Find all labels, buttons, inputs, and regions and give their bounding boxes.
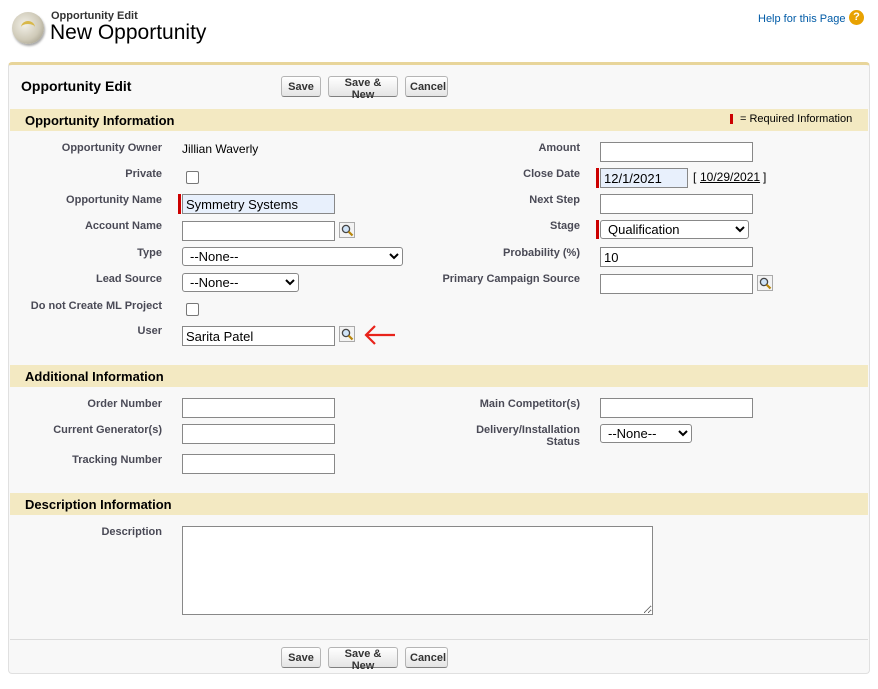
opportunity-owner-value: Jillian Waverly bbox=[182, 142, 259, 156]
user-input[interactable] bbox=[182, 326, 335, 346]
today-date-link[interactable]: 10/29/2021 bbox=[700, 170, 760, 184]
current-generators-label: Current Generator(s) bbox=[53, 424, 162, 436]
tracking-number-input[interactable] bbox=[182, 454, 335, 474]
save-new-button-bottom[interactable]: Save & New bbox=[328, 647, 398, 672]
section-description-information: Description Information bbox=[10, 493, 868, 515]
private-label: Private bbox=[125, 168, 162, 180]
today-bracket-close: ] bbox=[763, 170, 767, 184]
stage-select[interactable]: Qualification bbox=[600, 220, 749, 239]
user-label: User bbox=[137, 325, 162, 337]
help-link[interactable]: Help for this Page bbox=[758, 13, 845, 25]
save-button-bottom[interactable]: Save bbox=[281, 647, 321, 668]
save-button-top[interactable]: Save bbox=[281, 76, 321, 97]
stage-label: Stage bbox=[550, 220, 580, 232]
type-select[interactable]: --None-- bbox=[182, 247, 403, 266]
required-legend: = Required Information bbox=[740, 113, 853, 125]
opportunity-owner-label: Opportunity Owner bbox=[61, 142, 162, 154]
required-marker-icon bbox=[596, 220, 599, 239]
current-generators-input[interactable] bbox=[182, 424, 335, 444]
delivery-status-label-line2: Status bbox=[546, 436, 580, 448]
close-date-label: Close Date bbox=[523, 168, 580, 180]
campaign-lookup-icon[interactable] bbox=[757, 275, 773, 291]
section-title: Opportunity Information bbox=[25, 113, 175, 128]
next-step-input[interactable] bbox=[600, 194, 753, 214]
next-step-label: Next Step bbox=[529, 194, 580, 206]
lead-source-select[interactable]: --None-- bbox=[182, 273, 299, 292]
amount-input[interactable] bbox=[600, 142, 753, 162]
help-icon[interactable]: ? bbox=[849, 10, 864, 25]
opportunity-name-input[interactable] bbox=[182, 194, 335, 214]
opportunity-logo-icon bbox=[12, 12, 44, 44]
campaign-source-input[interactable] bbox=[600, 274, 753, 294]
main-competitors-input[interactable] bbox=[600, 398, 753, 418]
description-label: Description bbox=[101, 526, 162, 538]
lead-source-label: Lead Source bbox=[95, 273, 162, 285]
close-date-input[interactable] bbox=[600, 168, 688, 188]
probability-input[interactable] bbox=[600, 247, 753, 267]
section-additional-information: Additional Information bbox=[10, 365, 868, 387]
account-name-label: Account Name bbox=[84, 220, 162, 232]
cancel-button-top[interactable]: Cancel bbox=[405, 76, 448, 97]
account-lookup-icon[interactable] bbox=[339, 222, 355, 238]
delivery-status-label: Delivery/Installation Status bbox=[476, 424, 580, 448]
cancel-button-bottom[interactable]: Cancel bbox=[405, 647, 448, 668]
type-label: Type bbox=[137, 247, 162, 259]
required-marker-icon bbox=[596, 168, 599, 188]
save-new-button-top[interactable]: Save & New bbox=[328, 76, 398, 101]
account-name-input[interactable] bbox=[182, 221, 335, 241]
description-textarea[interactable] bbox=[182, 526, 653, 615]
no-ml-project-label: Do not Create ML Project bbox=[30, 300, 162, 312]
order-number-input[interactable] bbox=[182, 398, 335, 418]
annotation-arrow-icon bbox=[364, 325, 395, 345]
order-number-label: Order Number bbox=[87, 398, 162, 410]
required-marker-icon bbox=[730, 114, 733, 124]
delivery-status-select[interactable]: --None-- bbox=[600, 424, 692, 443]
user-lookup-icon[interactable] bbox=[339, 326, 355, 342]
main-competitors-label: Main Competitor(s) bbox=[479, 398, 580, 410]
opportunity-name-label: Opportunity Name bbox=[66, 194, 162, 206]
amount-label: Amount bbox=[538, 142, 580, 154]
campaign-source-label: Primary Campaign Source bbox=[442, 273, 580, 285]
tracking-number-label: Tracking Number bbox=[72, 454, 162, 466]
block-title: Opportunity Edit bbox=[21, 78, 132, 94]
section-title: Additional Information bbox=[25, 369, 164, 384]
footer-divider bbox=[10, 639, 868, 640]
required-marker-icon bbox=[178, 194, 181, 214]
page-title: New Opportunity bbox=[50, 21, 207, 44]
delivery-status-label-line1: Delivery/Installation bbox=[476, 424, 580, 436]
probability-label: Probability (%) bbox=[502, 247, 580, 259]
section-title: Description Information bbox=[25, 497, 172, 512]
private-checkbox[interactable] bbox=[186, 171, 199, 184]
today-bracket-open: [ bbox=[693, 170, 697, 184]
no-ml-project-checkbox[interactable] bbox=[186, 303, 199, 316]
